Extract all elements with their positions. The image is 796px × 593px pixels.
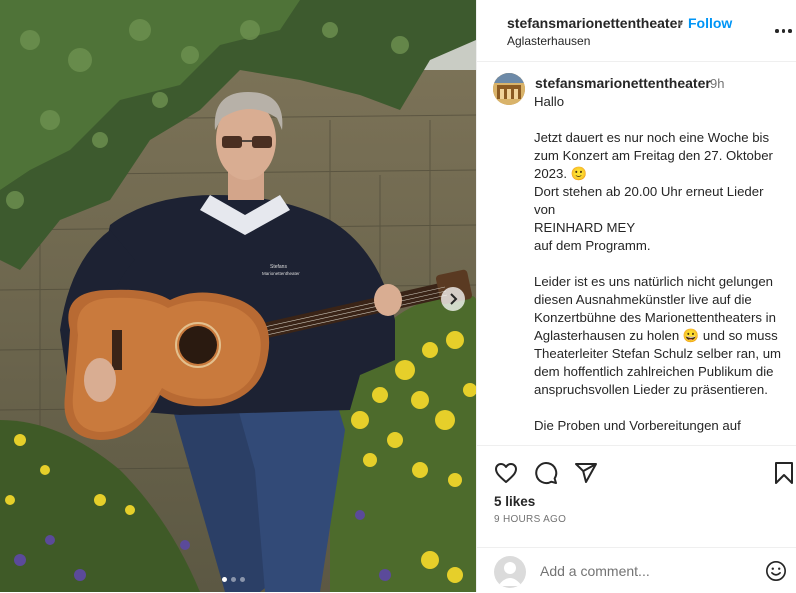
post-side-panel: stefansmarionettentheater • Follow Aglas… — [476, 0, 796, 592]
post-time-ago: 9 HOURS AGO — [494, 514, 567, 525]
caption-text: Hallo Jetzt dauert es nur noch eine Woch… — [534, 94, 782, 433]
caption-timestamp: 9h — [710, 76, 725, 91]
smiley-icon — [766, 561, 786, 581]
post-caption: stefansmarionettentheater 9h Hallo Jetzt… — [477, 63, 796, 445]
header-username[interactable]: stefansmarionettentheater — [507, 15, 683, 31]
post-actions: 5 likes 9 HOURS AGO — [477, 445, 796, 592]
more-horizontal-icon — [775, 29, 779, 33]
comment-icon — [535, 462, 558, 485]
comment-button[interactable] — [534, 461, 558, 490]
comment-bar — [477, 547, 796, 593]
emoji-button[interactable] — [765, 560, 787, 587]
like-button[interactable] — [494, 461, 518, 490]
location-link[interactable]: Aglasterhausen — [507, 34, 590, 48]
carousel-dot — [240, 577, 245, 582]
comment-input[interactable] — [538, 560, 742, 582]
avatar[interactable] — [493, 73, 525, 105]
post-photo[interactable]: Stefans Marionettentheater — [0, 0, 476, 592]
header-separator: • — [678, 15, 683, 31]
share-button[interactable] — [574, 461, 598, 490]
bookmark-icon — [775, 462, 793, 484]
heart-icon — [495, 463, 517, 483]
more-options-button[interactable] — [775, 29, 792, 33]
carousel-next-button[interactable] — [441, 287, 465, 311]
follow-button[interactable]: Follow — [688, 15, 732, 31]
save-button[interactable] — [773, 461, 795, 490]
carousel-dot — [231, 577, 236, 582]
likes-count[interactable]: 5 likes — [494, 494, 535, 509]
user-placeholder-icon — [498, 562, 522, 586]
post-header: stefansmarionettentheater • Follow Aglas… — [477, 0, 796, 62]
guitarist-photo: Stefans Marionettentheater — [0, 0, 476, 592]
chevron-right-icon — [448, 293, 458, 305]
sweater-print-line1: Stefans — [270, 264, 287, 270]
carousel-indicator — [222, 577, 245, 582]
sweater-print-line2: Marionettentheater — [262, 271, 300, 276]
caption-username[interactable]: stefansmarionettentheater — [535, 75, 711, 91]
carousel-dot — [222, 577, 227, 582]
avatar — [494, 556, 526, 588]
send-icon — [575, 463, 597, 483]
